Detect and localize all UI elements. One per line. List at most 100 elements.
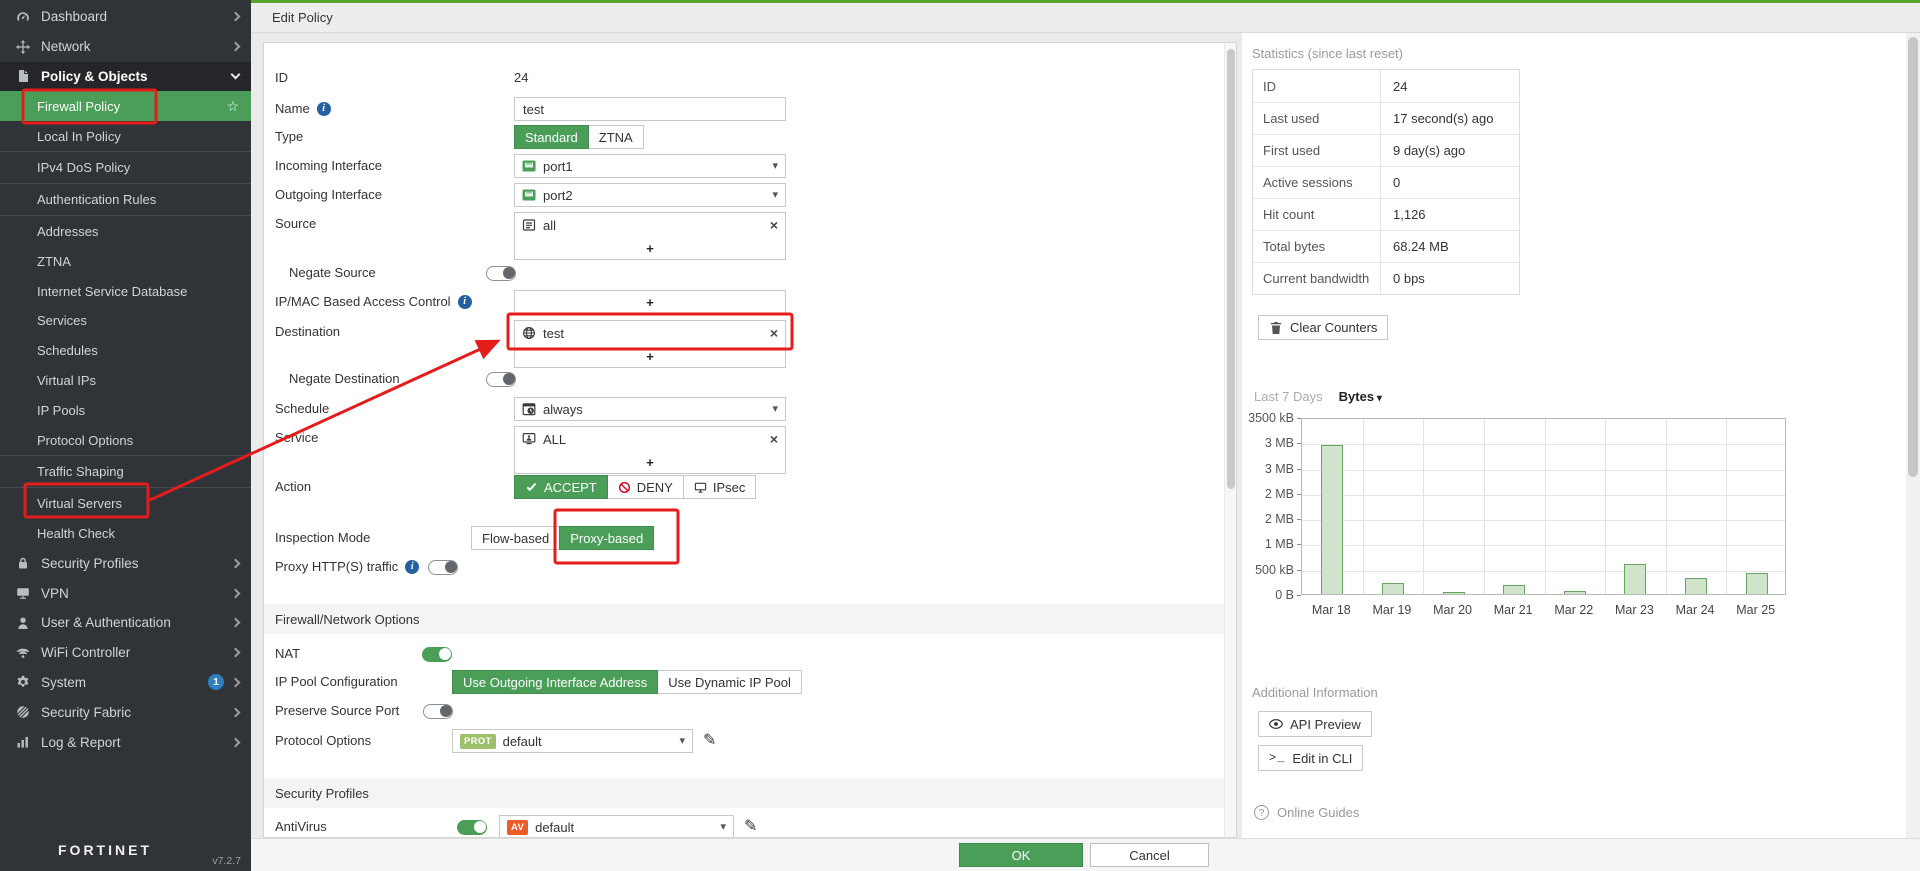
sidebar-item-policy-objects[interactable]: Policy & Objects [0, 62, 251, 92]
edit-pencil-icon[interactable] [744, 815, 757, 838]
sidebar-item-protocol-options[interactable]: Protocol Options [0, 425, 251, 455]
y-axis-tick [1297, 494, 1301, 495]
outgoing-interface-label: Outgoing Interface [275, 183, 514, 207]
id-label: ID [275, 66, 514, 90]
sidebar-item-ip-pools[interactable]: IP Pools [0, 395, 251, 425]
antivirus-toggle[interactable] [457, 820, 487, 835]
eye-icon [1269, 717, 1283, 731]
ok-button[interactable]: OK [959, 843, 1083, 867]
inspection-proxy-button[interactable]: Proxy-based [559, 526, 654, 550]
chevron-right-icon [231, 737, 241, 747]
type-segment: Standard ZTNA [514, 125, 644, 149]
sidebar-item-services[interactable]: Services [0, 306, 251, 336]
action-ipsec-button[interactable]: IPsec [683, 475, 757, 499]
ip-pool-outgoing-button[interactable]: Use Outgoing Interface Address [452, 670, 658, 694]
destination-entry[interactable]: test × [515, 321, 785, 345]
name-label: Name [275, 97, 310, 121]
remove-icon[interactable]: × [770, 326, 778, 340]
add-ipmac-button[interactable]: + [515, 291, 785, 313]
antivirus-select[interactable]: AV default [499, 815, 734, 838]
form-row-type: Type Standard ZTNA [275, 125, 644, 149]
sidebar-item-log-report[interactable]: Log & Report [0, 727, 251, 757]
form-row-id: ID 24 [275, 66, 528, 90]
favorite-star-icon[interactable] [226, 98, 239, 115]
negate-destination-toggle[interactable] [486, 372, 516, 387]
sidebar-item-schedules[interactable]: Schedules [0, 336, 251, 366]
action-deny-button[interactable]: DENY [607, 475, 684, 499]
incoming-interface-select[interactable]: port1 [514, 154, 786, 178]
api-preview-button[interactable]: API Preview [1258, 711, 1372, 737]
fortinet-logo: FORTINET [58, 842, 152, 858]
sidebar-item-virtual-servers[interactable]: Virtual Servers [0, 489, 251, 519]
footer-bar: OK Cancel [251, 838, 1920, 871]
interface-port-icon [522, 159, 536, 173]
page-scrollbar[interactable] [1906, 33, 1920, 838]
preserve-port-toggle[interactable] [423, 704, 453, 719]
sidebar-item-ztna[interactable]: ZTNA [0, 246, 251, 276]
online-guides-link[interactable]: Online Guides [1254, 805, 1359, 820]
fabric-icon [16, 705, 32, 719]
sidebar-item-vpn[interactable]: VPN [0, 578, 251, 608]
clear-counters-button[interactable]: Clear Counters [1258, 315, 1388, 340]
user-icon [16, 616, 32, 630]
sidebar-item-health-check[interactable]: Health Check [0, 519, 251, 549]
chevron-right-icon [231, 648, 241, 658]
stats-row-value: 0 bps [1381, 263, 1425, 294]
form-row-name: Name test [275, 97, 786, 121]
type-standard-button[interactable]: Standard [514, 125, 589, 149]
source-entry[interactable]: all × [515, 213, 785, 237]
add-source-button[interactable]: + [515, 237, 785, 259]
type-label: Type [275, 125, 514, 149]
sidebar-item-security-fabric[interactable]: Security Fabric [0, 697, 251, 727]
form-scrollbar[interactable] [1224, 43, 1236, 837]
sidebar-item-security-profiles[interactable]: Security Profiles [0, 548, 251, 578]
sidebar-item-traffic-shaping[interactable]: Traffic Shaping [0, 457, 251, 487]
cancel-button[interactable]: Cancel [1090, 843, 1209, 867]
chart-unit-dropdown[interactable]: Bytes [1339, 389, 1382, 404]
inspection-flow-button[interactable]: Flow-based [471, 526, 560, 550]
protocol-options-select[interactable]: PROT default [452, 729, 693, 753]
form-row-ip-pool: IP Pool Configuration Use Outgoing Inter… [275, 670, 802, 694]
service-entry[interactable]: ALL × [515, 427, 785, 451]
form-scrollbar-thumb[interactable] [1227, 49, 1235, 489]
sidebar-item-system[interactable]: System1 [0, 668, 251, 698]
interface-port-icon [522, 188, 536, 202]
negate-source-toggle[interactable] [486, 266, 516, 281]
outgoing-interface-select[interactable]: port2 [514, 183, 786, 207]
network-arrows-icon [16, 40, 32, 54]
sidebar-item-wifi-controller[interactable]: WiFi Controller [0, 638, 251, 668]
remove-icon[interactable]: × [770, 218, 778, 232]
sidebar-item-firewall-policy[interactable]: Firewall Policy [0, 91, 251, 121]
add-service-button[interactable]: + [515, 451, 785, 473]
lock-icon [16, 556, 32, 570]
sidebar-item-virtual-ips[interactable]: Virtual IPs [0, 366, 251, 396]
gridline [1302, 495, 1785, 496]
schedule-select[interactable]: always [514, 397, 786, 421]
sidebar-item-internet-service-database[interactable]: Internet Service Database [0, 276, 251, 306]
action-accept-button[interactable]: ACCEPT [514, 475, 608, 499]
edit-pencil-icon[interactable] [703, 729, 716, 753]
add-destination-button[interactable]: + [515, 345, 785, 367]
ip-pool-dynamic-button[interactable]: Use Dynamic IP Pool [657, 670, 802, 694]
sidebar-item-authentication-rules[interactable]: Authentication Rules [0, 185, 251, 215]
remove-icon[interactable]: × [770, 432, 778, 446]
antivirus-value: default [535, 820, 574, 835]
page-scrollbar-thumb[interactable] [1908, 37, 1918, 477]
sidebar-item-addresses[interactable]: Addresses [0, 217, 251, 247]
proxy-http-toggle[interactable] [428, 560, 458, 575]
chart-bar [1685, 578, 1707, 594]
form-row-preserve-port: Preserve Source Port [275, 699, 453, 723]
name-input[interactable]: test [514, 97, 786, 121]
edit-in-cli-button[interactable]: Edit in CLI [1258, 745, 1363, 771]
sidebar-item-label: Security Fabric [41, 705, 131, 720]
incoming-interface-value: port1 [543, 159, 573, 174]
sidebar-item-ipv4-dos-policy[interactable]: IPv4 DoS Policy [0, 153, 251, 183]
section-firewall-network-options: Firewall/Network Options [264, 604, 1224, 634]
sidebar-item-network[interactable]: Network [0, 32, 251, 62]
sidebar-item-dashboard[interactable]: Dashboard [0, 2, 251, 32]
sidebar-item-user-authentication[interactable]: User & Authentication [0, 608, 251, 638]
type-ztna-button[interactable]: ZTNA [588, 125, 644, 149]
chevron-right-icon [231, 707, 241, 717]
nat-toggle[interactable] [422, 647, 452, 662]
sidebar-item-local-in-policy[interactable]: Local In Policy [0, 121, 251, 151]
